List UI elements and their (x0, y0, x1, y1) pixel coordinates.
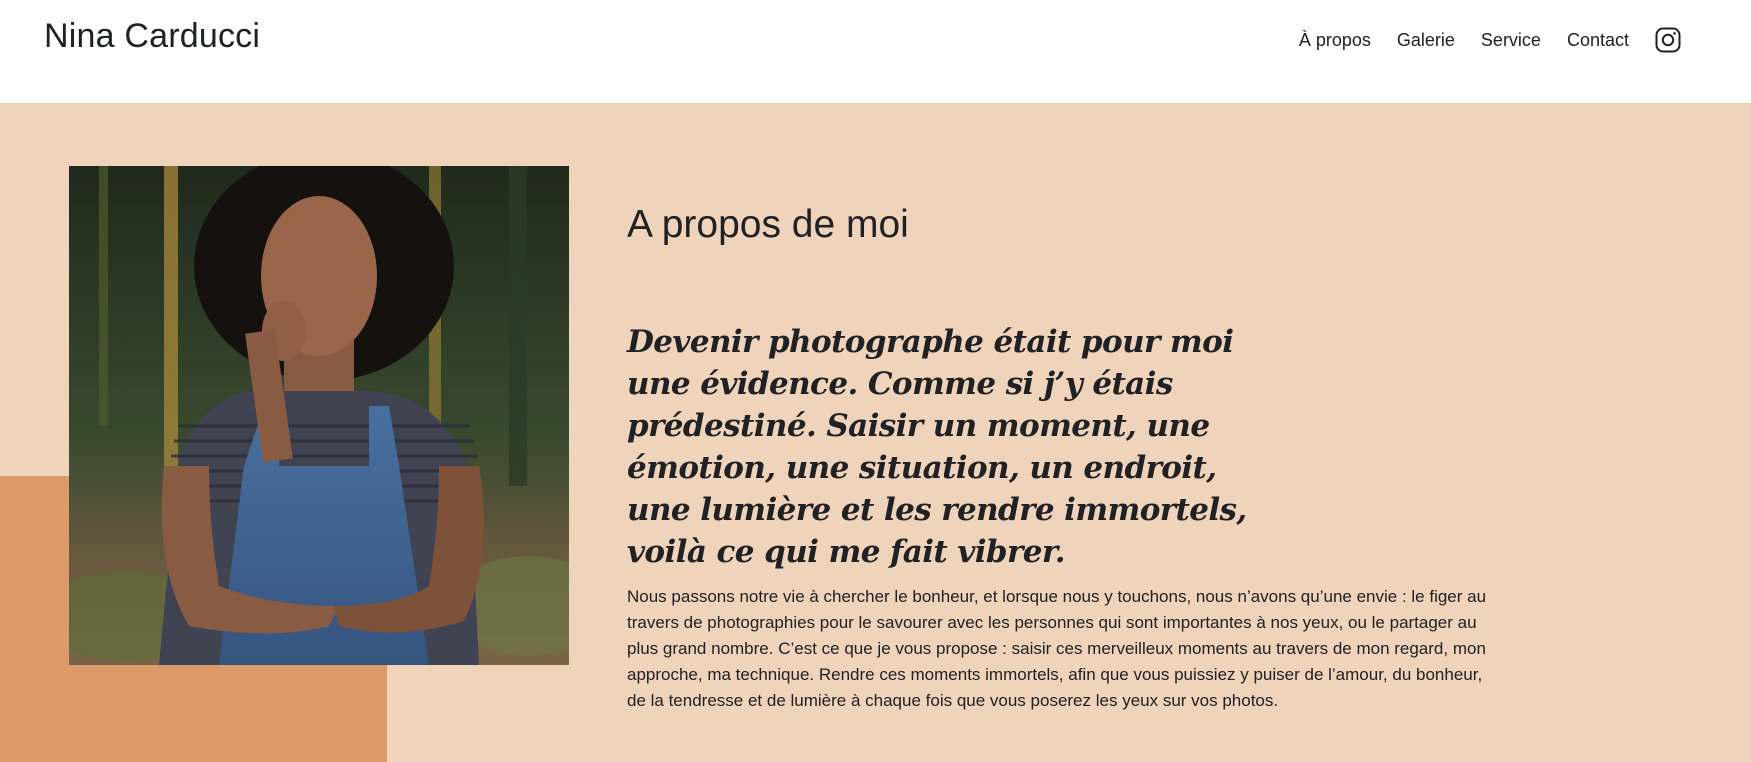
instagram-icon[interactable] (1655, 27, 1681, 53)
nav-link-contact[interactable]: Contact (1567, 26, 1629, 54)
portrait-photo (69, 166, 569, 665)
main-nav: À propos Galerie Service Contact (1299, 26, 1681, 54)
about-quote: Devenir photographe était pour moi une é… (627, 324, 1247, 570)
about-title: A propos de moi (627, 203, 909, 246)
about-section: A propos de moi Devenir photographe étai… (0, 103, 1751, 762)
brand-logo[interactable]: Nina Carducci (44, 15, 260, 57)
nav-link-galerie[interactable]: Galerie (1397, 26, 1455, 54)
site-header: Nina Carducci À propos Galerie Service C… (0, 0, 1751, 103)
nav-link-a-propos[interactable]: À propos (1299, 26, 1371, 54)
nav-link-service[interactable]: Service (1481, 26, 1541, 54)
about-body: Nous passons notre vie à chercher le bon… (627, 587, 1487, 710)
